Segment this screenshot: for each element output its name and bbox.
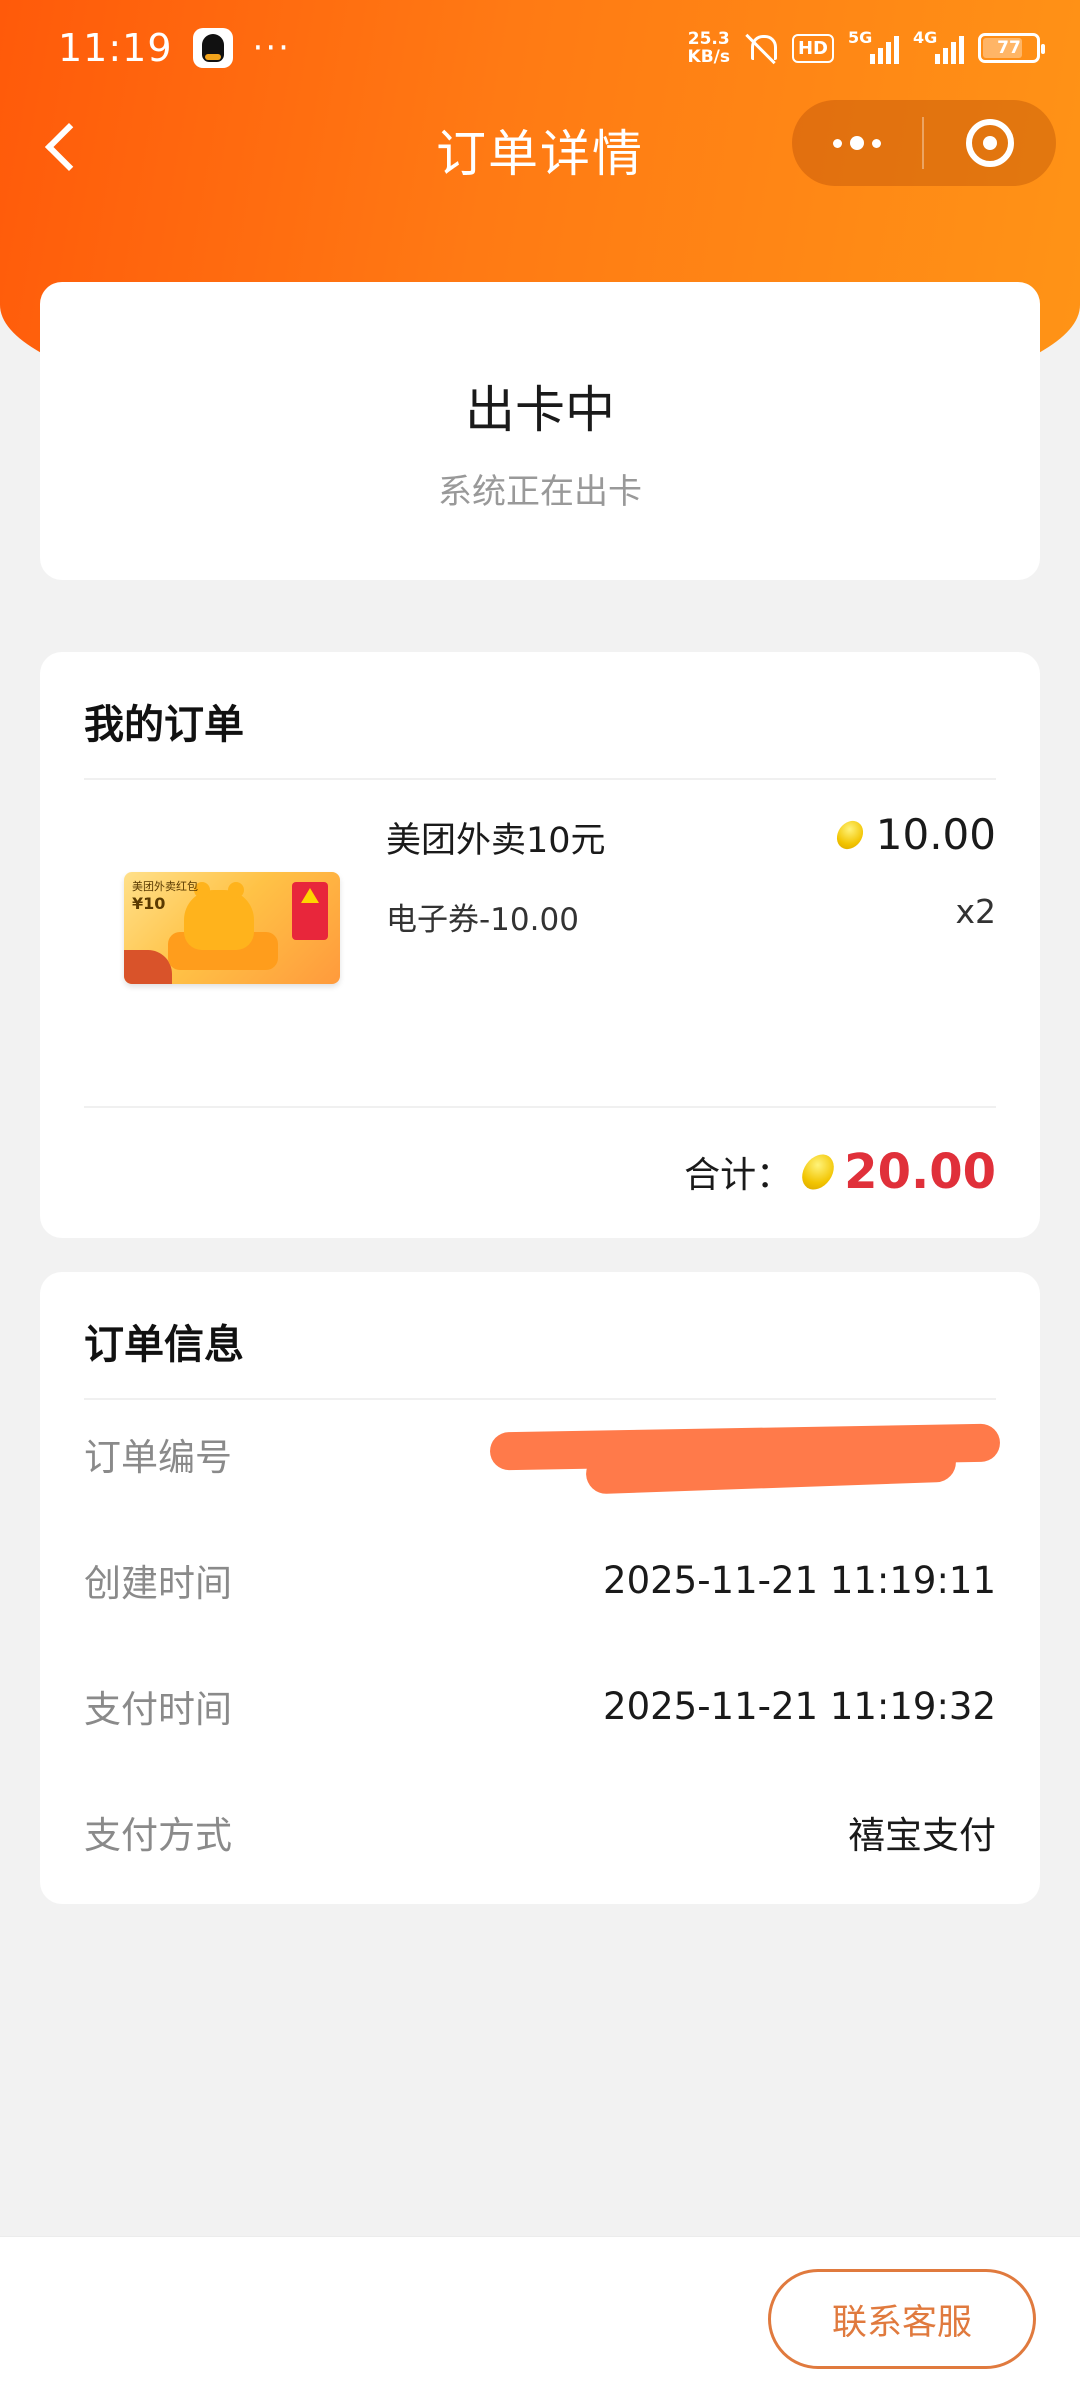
- product-quantity: x2: [955, 892, 996, 931]
- info-label: 支付时间: [84, 1688, 232, 1731]
- product-price: 10.00: [831, 810, 996, 859]
- info-row-paid-time: 支付时间 2025-11-21 11:19:32: [84, 1676, 996, 1736]
- thumbnail-tag: 美团外卖红包: [132, 880, 198, 893]
- miniprogram-capsule: [792, 100, 1056, 186]
- nav-bar: 订单详情: [0, 96, 1080, 192]
- order-status-card: 出卡中 系统正在出卡: [40, 282, 1040, 580]
- info-label: 支付方式: [84, 1814, 232, 1857]
- more-options-button[interactable]: [792, 100, 922, 186]
- order-status-subtitle: 系统正在出卡: [438, 472, 642, 512]
- order-info-heading: 订单信息: [84, 1322, 244, 1368]
- my-order-card: 我的订单 美团外卖红包 ¥10 美团外卖10元 电子券-10.00 10.00 …: [40, 652, 1040, 1238]
- order-status-title: 出卡中: [465, 381, 615, 439]
- product-thumbnail[interactable]: 美团外卖红包 ¥10: [124, 872, 340, 984]
- info-row-payment-method: 支付方式 禧宝支付: [84, 1802, 996, 1862]
- status-bar: 11:19 ··· 25.3 KB/s HD 5G 4G 77: [0, 0, 1080, 96]
- status-icons: 25.3 KB/s HD 5G 4G 77: [688, 28, 1045, 66]
- divider: [84, 778, 996, 780]
- redaction-scribble: [489, 1422, 1001, 1495]
- mascot-image: [184, 882, 254, 950]
- info-label: 订单编号: [84, 1436, 232, 1479]
- product-price-value: 10.00: [875, 810, 996, 859]
- target-circle-icon: [966, 119, 1014, 167]
- status-time: 11:19: [58, 26, 173, 70]
- close-miniprogram-button[interactable]: [924, 100, 1056, 186]
- order-info-card: 订单信息 订单编号 创建时间 2025-11-21 11:19:11 支付时间 …: [40, 1272, 1040, 1904]
- product-spec: 电子券-10.00: [386, 902, 579, 938]
- thumbnail-price: ¥10: [132, 894, 166, 913]
- total-value: 20.00: [844, 1144, 996, 1200]
- bottom-action-bar: 联系客服: [0, 2236, 1080, 2400]
- info-label: 创建时间: [84, 1562, 232, 1605]
- mute-bell-icon: [744, 31, 778, 65]
- bean-coin-icon: [831, 815, 869, 854]
- signal-5g-icon: 5G: [848, 28, 899, 64]
- info-value: 2025-11-21 11:19:32: [603, 1684, 996, 1728]
- hd-voice-badge: HD: [791, 33, 834, 63]
- signal-4g-icon: 4G: [913, 28, 964, 64]
- total-label: 合计：: [684, 1155, 793, 1196]
- more-notifications-icon: ···: [252, 28, 291, 68]
- bean-coin-icon: [795, 1148, 841, 1196]
- product-name: 美团外卖10元: [386, 821, 606, 861]
- contact-service-button[interactable]: 联系客服: [768, 2269, 1036, 2369]
- network-speed-unit: KB/s: [687, 47, 730, 67]
- warning-badge-icon: [292, 882, 328, 940]
- info-value: 2025-11-21 11:19:11: [603, 1558, 996, 1602]
- network-speed: 25.3 KB/s: [688, 30, 730, 66]
- qq-notification-icon: [192, 28, 233, 68]
- info-value: 禧宝支付: [848, 1814, 996, 1857]
- order-total: 合计： 20.00: [684, 1144, 996, 1200]
- my-order-heading: 我的订单: [84, 702, 244, 748]
- battery-icon: 77: [978, 33, 1045, 63]
- network-speed-value: 25.3: [687, 29, 730, 49]
- info-row-created-time: 创建时间 2025-11-21 11:19:11: [84, 1550, 996, 1610]
- signal-5g-label: 5G: [848, 28, 873, 47]
- divider: [84, 1398, 996, 1400]
- signal-4g-label: 4G: [913, 28, 938, 47]
- battery-level: 77: [997, 38, 1021, 58]
- divider: [84, 1106, 996, 1108]
